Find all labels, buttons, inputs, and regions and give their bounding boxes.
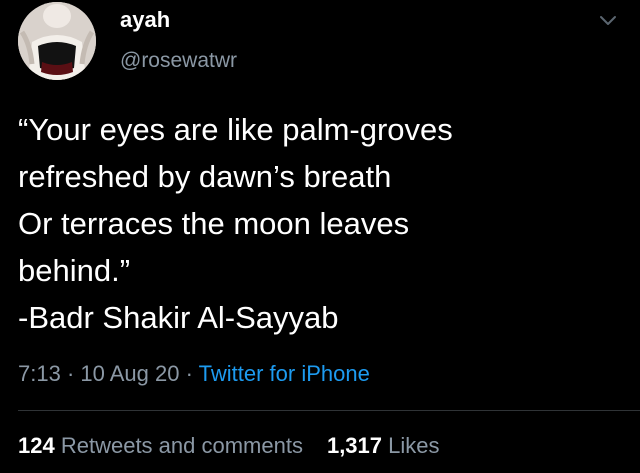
likes-label: Likes (388, 433, 440, 458)
author-block: ayah @rosewatwr (120, 6, 237, 74)
retweets-count: 124 (18, 433, 55, 458)
tweet-stats: 124 Retweets and comments 1,317 Likes (18, 430, 440, 462)
tweet-text: “Your eyes are like palm-groves refreshe… (18, 106, 618, 341)
likes-stat[interactable]: 1,317 Likes (327, 433, 440, 458)
tweet-line: Or terraces the moon leaves (18, 206, 410, 241)
retweets-label: Retweets and comments (60, 433, 303, 458)
likes-count: 1,317 (326, 433, 383, 458)
tweet-line: behind.” (18, 253, 131, 288)
divider (18, 410, 640, 411)
retweets-stat[interactable]: 124 Retweets and comments (18, 433, 303, 458)
chevron-down-icon[interactable] (598, 14, 618, 28)
meta-separator: · (60, 361, 81, 386)
tweet-line: -Badr Shakir Al-Sayyab (18, 300, 339, 335)
user-handle[interactable]: @rosewatwr (120, 48, 237, 74)
tweet-date[interactable]: 10 Aug 20 (80, 361, 179, 386)
tweet-source-link[interactable]: Twitter for iPhone (199, 361, 370, 386)
tweet-line: refreshed by dawn’s breath (18, 159, 392, 194)
tweet-line: “Your eyes are like palm-groves (18, 112, 453, 147)
tweet-time[interactable]: 7:13 (18, 361, 61, 386)
avatar[interactable] (18, 2, 96, 80)
tweet-meta: 7:13 · 10 Aug 20 · Twitter for iPhone (18, 358, 370, 390)
display-name[interactable]: ayah (120, 6, 237, 34)
tweet-detail: ayah @rosewatwr “Your eyes are like palm… (0, 0, 640, 473)
meta-separator: · (179, 361, 199, 386)
